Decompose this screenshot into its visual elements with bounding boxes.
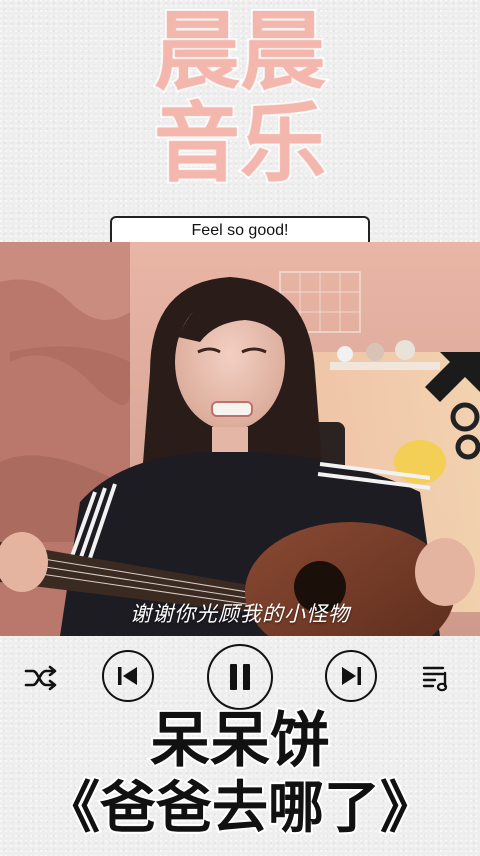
- pause-button[interactable]: [207, 644, 273, 710]
- video-player[interactable]: 谢谢你光顾我的小怪物: [0, 242, 480, 636]
- skip-previous-icon: [118, 667, 137, 685]
- channel-title-line-2: 音乐: [152, 94, 328, 194]
- playlist-button[interactable]: [416, 658, 456, 698]
- song-title: 《爸爸去哪了》: [42, 774, 438, 843]
- page: 晨晨 音乐 Feel so good! 谢谢你光顾我的小怪物 呆呆饼 《爸爸去哪…: [0, 0, 480, 856]
- channel-title-line-1: 晨晨: [152, 2, 328, 102]
- video-subtitle: 谢谢你光顾我的小怪物: [130, 602, 350, 626]
- video-frame: [0, 242, 480, 636]
- channel-title: 晨晨 音乐: [0, 2, 480, 194]
- skip-next-icon: [342, 667, 361, 685]
- shuffle-icon: [24, 665, 57, 691]
- song-caption: Feel so good!: [110, 216, 370, 244]
- artist-name: 呆呆饼: [148, 704, 332, 778]
- next-button[interactable]: [325, 650, 377, 702]
- shuffle-button[interactable]: [20, 660, 62, 696]
- previous-button[interactable]: [102, 650, 154, 702]
- playlist-icon: [422, 666, 448, 692]
- pause-icon: [230, 664, 250, 690]
